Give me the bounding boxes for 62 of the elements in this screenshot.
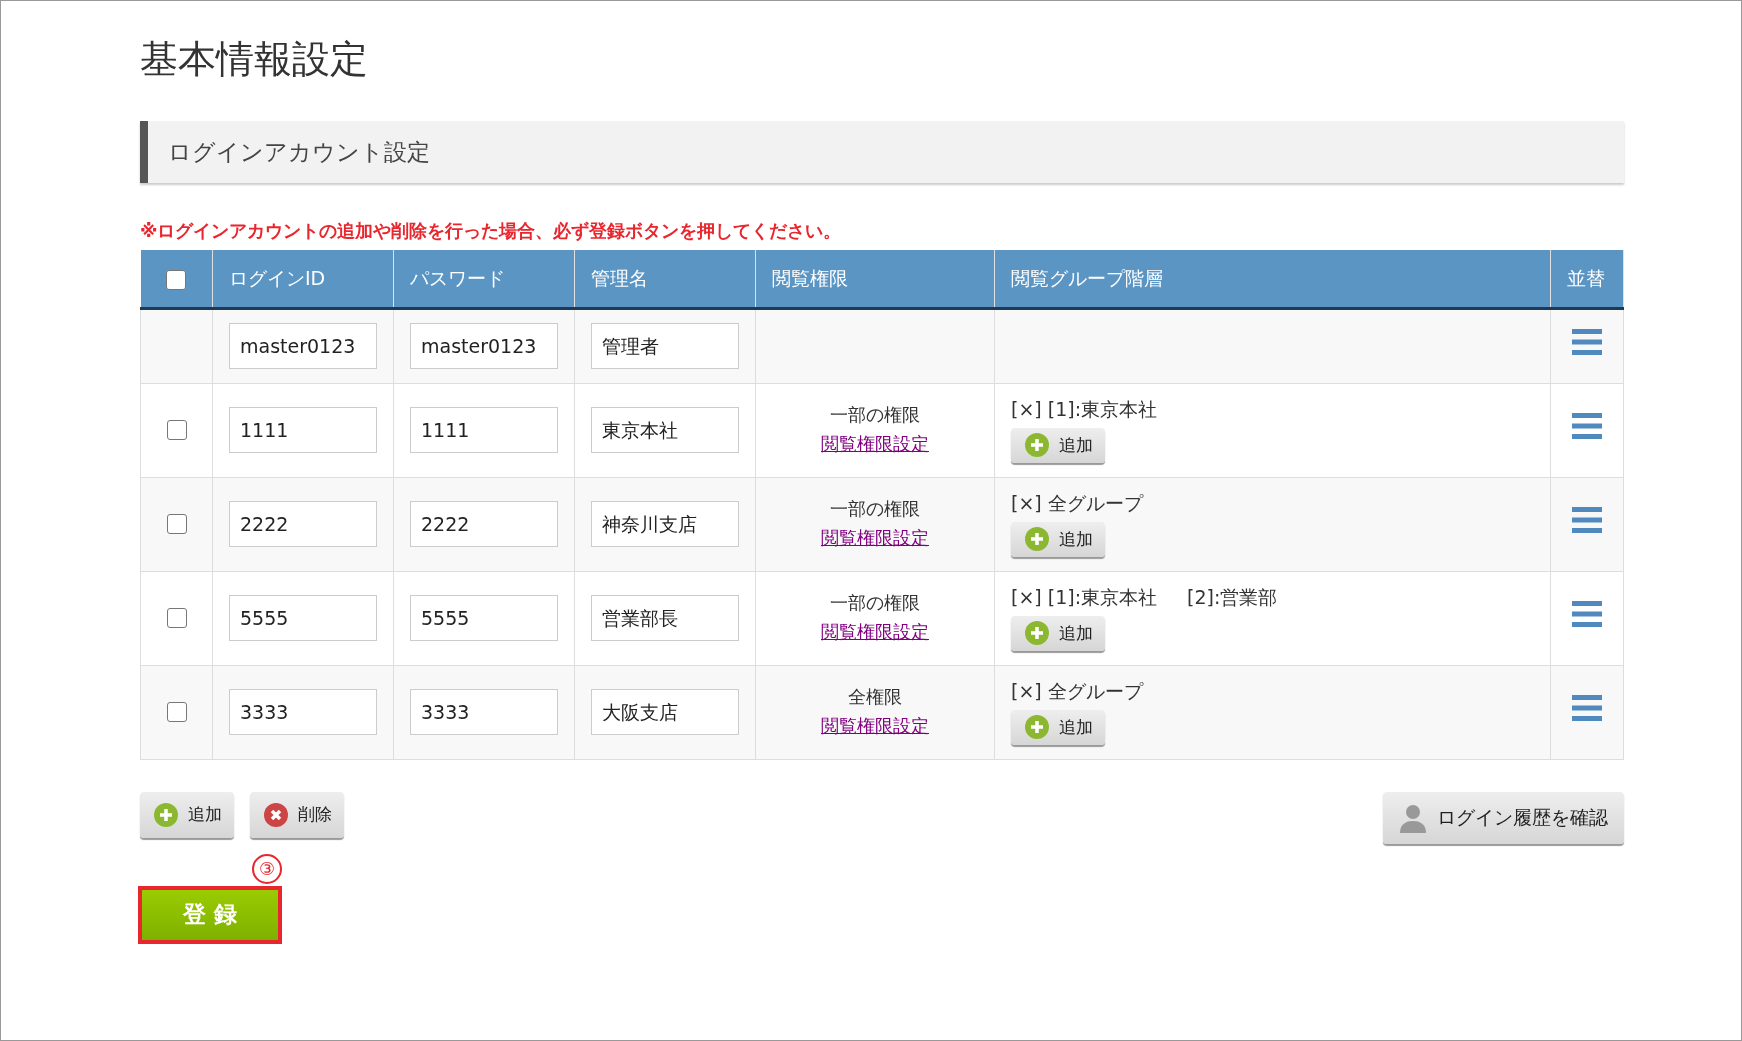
input-field[interactable]: 東京本社 (591, 407, 739, 454)
row-checkbox[interactable] (166, 702, 187, 723)
permission-text: 全権限 (847, 685, 903, 710)
column-header: 並替 (1550, 250, 1624, 309)
column-header: 管理名 (574, 250, 756, 309)
drag-handle-icon[interactable] (1572, 507, 1602, 534)
input-field[interactable]: 3333 (229, 689, 377, 736)
add-button[interactable]: 追加 (140, 791, 234, 838)
login-history-button[interactable]: ログイン履歴を確認 (1383, 791, 1624, 844)
column-header: パスワード (393, 250, 575, 309)
plus-icon (1025, 715, 1049, 740)
delete-button[interactable]: 削除 (250, 791, 344, 838)
group-tag: [×] 全グループ (1011, 492, 1143, 515)
plus-icon (154, 802, 178, 827)
add-group-button[interactable]: 追加 (1011, 709, 1105, 746)
row-checkbox[interactable] (166, 608, 187, 629)
input-field[interactable]: 管理者 (591, 323, 739, 370)
plus-icon (1025, 621, 1049, 646)
input-field[interactable]: 2222 (410, 501, 558, 548)
add-group-button[interactable]: 追加 (1011, 427, 1105, 464)
permission-settings-link[interactable]: 閲覧権限設定 (821, 715, 929, 737)
input-field[interactable]: 営業部長 (591, 595, 739, 642)
permission-settings-link[interactable]: 閲覧権限設定 (821, 621, 929, 643)
group-tag: [2]:営業部 (1187, 586, 1278, 609)
plus-icon (1025, 433, 1049, 458)
input-field[interactable]: 神奈川支店 (591, 501, 739, 548)
drag-handle-icon[interactable] (1572, 601, 1602, 628)
row-checkbox[interactable] (166, 514, 187, 535)
warning-text: ※ログインアカウントの追加や削除を行った場合、必ず登録ボタンを押してください。 (140, 219, 843, 244)
input-field[interactable]: 5555 (229, 595, 377, 642)
input-field[interactable]: 5555 (410, 595, 558, 642)
group-tag: [×] [1]:東京本社 (1011, 586, 1158, 609)
add-group-button[interactable]: 追加 (1011, 521, 1105, 558)
drag-handle-icon[interactable] (1572, 329, 1602, 356)
input-field[interactable]: 2222 (229, 501, 377, 548)
group-tag: [×] 全グループ (1011, 680, 1143, 703)
add-group-button[interactable]: 追加 (1011, 615, 1105, 652)
select-all-checkbox[interactable] (166, 269, 187, 290)
annotation-marker: ③ (252, 853, 282, 884)
input-field[interactable]: 1111 (410, 407, 558, 454)
drag-handle-icon[interactable] (1572, 413, 1602, 440)
column-header: 閲覧権限 (755, 250, 995, 309)
plus-icon (1025, 527, 1049, 552)
permission-settings-link[interactable]: 閲覧権限設定 (821, 433, 929, 455)
permission-text: 一部の権限 (829, 403, 921, 428)
group-tag: [×] [1]:東京本社 (1011, 398, 1158, 421)
column-header: 閲覧グループ階層 (994, 250, 1551, 309)
row-checkbox[interactable] (166, 420, 187, 441)
permission-text: 一部の権限 (829, 497, 921, 522)
input-field[interactable]: master0123 (229, 323, 377, 370)
input-field[interactable]: 大阪支店 (591, 689, 739, 736)
page-title: 基本情報設定 (140, 37, 369, 83)
drag-handle-icon[interactable] (1572, 695, 1602, 722)
permission-settings-link[interactable]: 閲覧権限設定 (821, 527, 929, 549)
input-field[interactable]: 1111 (229, 407, 377, 454)
close-icon (264, 802, 288, 827)
input-field[interactable]: 3333 (410, 689, 558, 736)
column-header: ログインID (212, 250, 394, 309)
person-icon (1399, 802, 1427, 833)
section-header: ログインアカウント設定 (140, 120, 1624, 184)
permission-text: 一部の権限 (829, 591, 921, 616)
input-field[interactable]: master0123 (410, 323, 558, 370)
